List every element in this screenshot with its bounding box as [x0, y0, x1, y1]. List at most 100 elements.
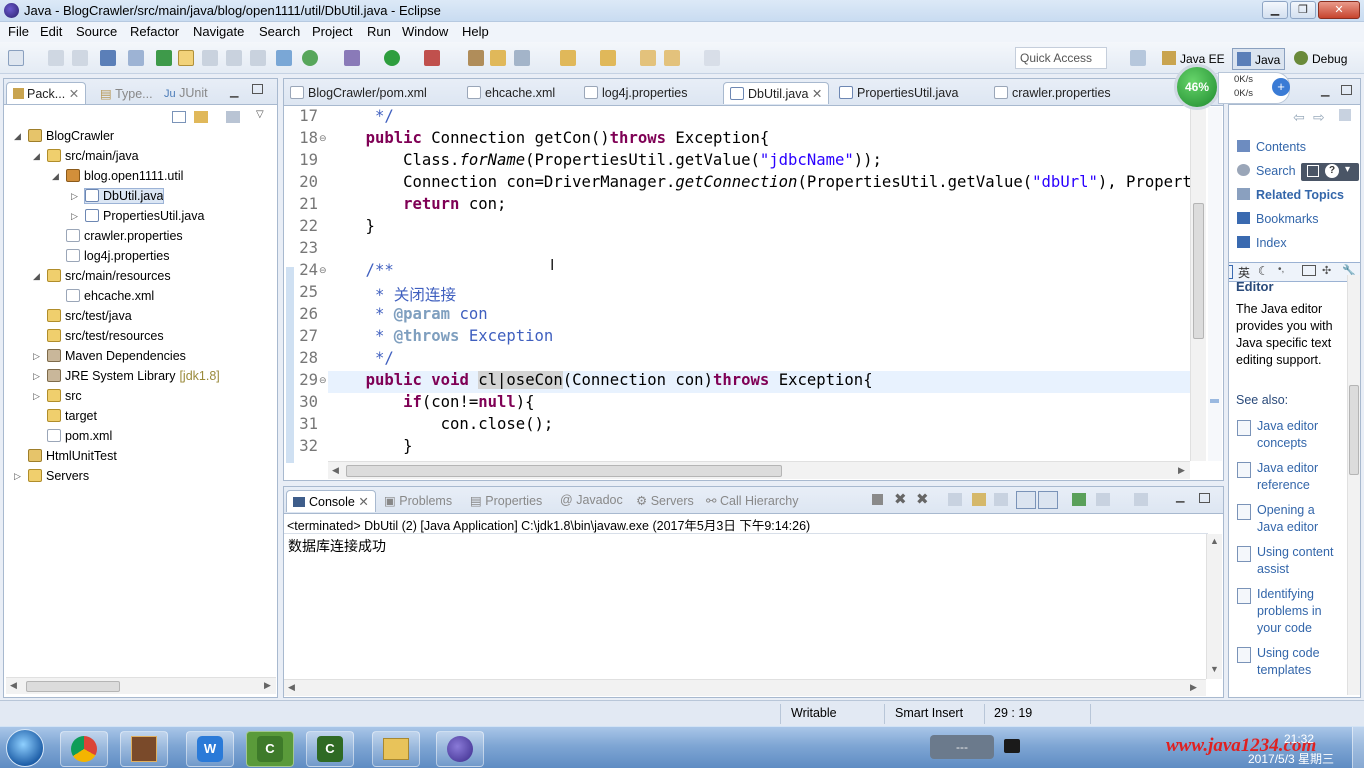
- javaee-ide-icon[interactable]: [120, 731, 168, 767]
- quick-access-input[interactable]: Quick Access: [1015, 47, 1107, 69]
- editor-vscroll[interactable]: [1190, 107, 1206, 461]
- help-link-java-editor-concepts[interactable]: Java editor concepts: [1237, 418, 1341, 452]
- tab-ehcache-xml[interactable]: ehcache.xml: [467, 86, 555, 100]
- tab-pom-xml[interactable]: BlogCrawler/pom.xml: [290, 86, 427, 100]
- tree-item[interactable]: HtmlUnitTest: [28, 449, 117, 463]
- eclipse-icon[interactable]: [436, 731, 484, 767]
- word-wrap-icon[interactable]: [994, 493, 1008, 506]
- camtasia-icon[interactable]: C: [306, 731, 354, 767]
- tree-item[interactable]: ▷ DbUtil.java: [71, 188, 165, 204]
- help-menu-icon[interactable]: [1339, 109, 1351, 121]
- print-icon[interactable]: [100, 50, 116, 66]
- menu-file[interactable]: File: [8, 24, 29, 39]
- collapse-all-icon[interactable]: [172, 111, 186, 123]
- remove-all-icon[interactable]: ✖: [916, 490, 929, 508]
- help-icon[interactable]: ?: [1325, 164, 1339, 178]
- link-editor-icon[interactable]: [194, 111, 208, 123]
- search-tool-icon[interactable]: [514, 50, 530, 66]
- scroll-right-arrow[interactable]: ▶: [1190, 682, 1197, 693]
- last-edit-icon[interactable]: [640, 50, 656, 66]
- new-icon[interactable]: [8, 50, 24, 66]
- tree-item[interactable]: ◢ src/main/java: [33, 149, 139, 163]
- tab-log4j-properties[interactable]: log4j.properties: [584, 86, 687, 100]
- scroll-left-arrow[interactable]: ◀: [332, 465, 339, 476]
- save-icon[interactable]: [48, 50, 64, 66]
- skin-icon[interactable]: ✣: [1322, 264, 1331, 277]
- clock-time[interactable]: 21:32: [1278, 732, 1314, 746]
- run-icon[interactable]: [384, 50, 400, 66]
- editor-hscroll[interactable]: ◀ ▶: [328, 461, 1190, 479]
- tree-item[interactable]: log4j.properties: [66, 249, 169, 263]
- tree-item[interactable]: ▷ Servers: [14, 469, 89, 483]
- focus-task-icon[interactable]: [226, 111, 240, 123]
- tree-item[interactable]: crawler.properties: [66, 229, 183, 243]
- view-menu-icon[interactable]: ▽: [256, 109, 264, 120]
- expanded-arrow-icon[interactable]: ◢: [52, 171, 59, 182]
- collapsed-arrow-icon[interactable]: ▷: [71, 211, 78, 222]
- tab-crawler-properties[interactable]: crawler.properties: [994, 86, 1111, 100]
- menu-run[interactable]: Run: [367, 24, 391, 39]
- scroll-left-arrow[interactable]: ◀: [288, 682, 295, 693]
- help-vscroll-thumb[interactable]: [1349, 385, 1359, 475]
- console-hscroll[interactable]: ◀ ▶: [284, 679, 1206, 696]
- menu-search[interactable]: Search: [259, 24, 300, 39]
- keyboard-icon[interactable]: [1302, 265, 1316, 276]
- maximize-view-icon[interactable]: [1341, 85, 1352, 95]
- help-link-using-content-assist[interactable]: Using content assist: [1237, 544, 1341, 578]
- expanded-arrow-icon[interactable]: ◢: [14, 131, 21, 142]
- tab-servers[interactable]: ⚙ Servers: [636, 493, 694, 508]
- fold-toggle-icon[interactable]: ⊖: [319, 375, 327, 386]
- scroll-right-arrow[interactable]: ▶: [1178, 465, 1185, 476]
- tab-properties[interactable]: ▤ Properties: [470, 493, 542, 508]
- next-annotation-icon[interactable]: [560, 50, 576, 66]
- file-explorer-icon[interactable]: [372, 731, 420, 767]
- tab-propertiesutil-java[interactable]: PropertiesUtil.java: [839, 86, 958, 100]
- scroll-lock-icon[interactable]: [972, 493, 986, 506]
- fold-toggle-icon[interactable]: ⊖: [319, 133, 327, 144]
- remove-launch-icon[interactable]: ✖: [894, 490, 907, 508]
- moon-icon[interactable]: ☾: [1258, 264, 1269, 278]
- new-java-project-icon[interactable]: [156, 50, 172, 66]
- fold-toggle-icon[interactable]: ⊖: [319, 265, 327, 276]
- editor-vscroll-thumb[interactable]: [1193, 203, 1204, 339]
- collapsed-arrow-icon[interactable]: ▷: [71, 191, 78, 202]
- collapsed-arrow-icon[interactable]: ▷: [33, 371, 40, 382]
- chrome-icon[interactable]: [60, 731, 108, 767]
- back-arrow-icon[interactable]: [664, 50, 680, 66]
- prev-annotation-icon[interactable]: [600, 50, 616, 66]
- window-icon[interactable]: [1307, 165, 1319, 177]
- open-console-icon[interactable]: [1134, 493, 1148, 506]
- menu-help[interactable]: Help: [462, 24, 489, 39]
- close-icon[interactable]: ✕: [358, 495, 368, 509]
- terminate-icon[interactable]: [872, 494, 883, 505]
- scroll-left-arrow[interactable]: ◀: [10, 680, 17, 691]
- explorer-hscroll-thumb[interactable]: [26, 681, 120, 692]
- help-link-identifying-problems[interactable]: Identifying problems in your code: [1237, 586, 1341, 637]
- tree-item[interactable]: ▷ JRE System Library [jdk1.8]: [33, 369, 220, 383]
- scroll-down-arrow[interactable]: ▼: [1210, 664, 1219, 674]
- refresh-icon[interactable]: [302, 50, 318, 66]
- help-contents[interactable]: Contents: [1237, 135, 1357, 159]
- open-type-icon[interactable]: [128, 50, 144, 66]
- close-button[interactable]: ✕: [1318, 1, 1360, 19]
- tree-item[interactable]: src/test/resources: [47, 329, 164, 343]
- menu-navigate[interactable]: Navigate: [193, 24, 244, 39]
- show-stdout-icon[interactable]: [1016, 491, 1036, 509]
- open-task-icon[interactable]: [468, 50, 484, 66]
- help-vscroll[interactable]: [1347, 275, 1360, 695]
- toggle-block-icon[interactable]: [202, 50, 218, 66]
- tab-dbutil-java[interactable]: DbUtil.java ✕: [723, 82, 830, 104]
- collapsed-arrow-icon[interactable]: ▷: [14, 471, 21, 482]
- collapsed-arrow-icon[interactable]: ▷: [33, 391, 40, 402]
- pilcrow-icon[interactable]: [250, 50, 266, 66]
- show-whitespace-icon[interactable]: [226, 50, 242, 66]
- camtasia-icon[interactable]: C: [246, 731, 294, 767]
- tree-item[interactable]: ◢ BlogCrawler: [14, 129, 114, 143]
- close-icon[interactable]: ✕: [812, 87, 822, 101]
- help-index[interactable]: Index: [1237, 231, 1357, 255]
- help-link-java-editor-reference[interactable]: Java editor reference: [1237, 460, 1341, 494]
- tree-item[interactable]: ehcache.xml: [66, 289, 154, 303]
- clock-date[interactable]: 2017/5/3 星期三: [1248, 750, 1334, 767]
- editor-hscroll-thumb[interactable]: [346, 465, 782, 477]
- start-orb[interactable]: [6, 729, 44, 767]
